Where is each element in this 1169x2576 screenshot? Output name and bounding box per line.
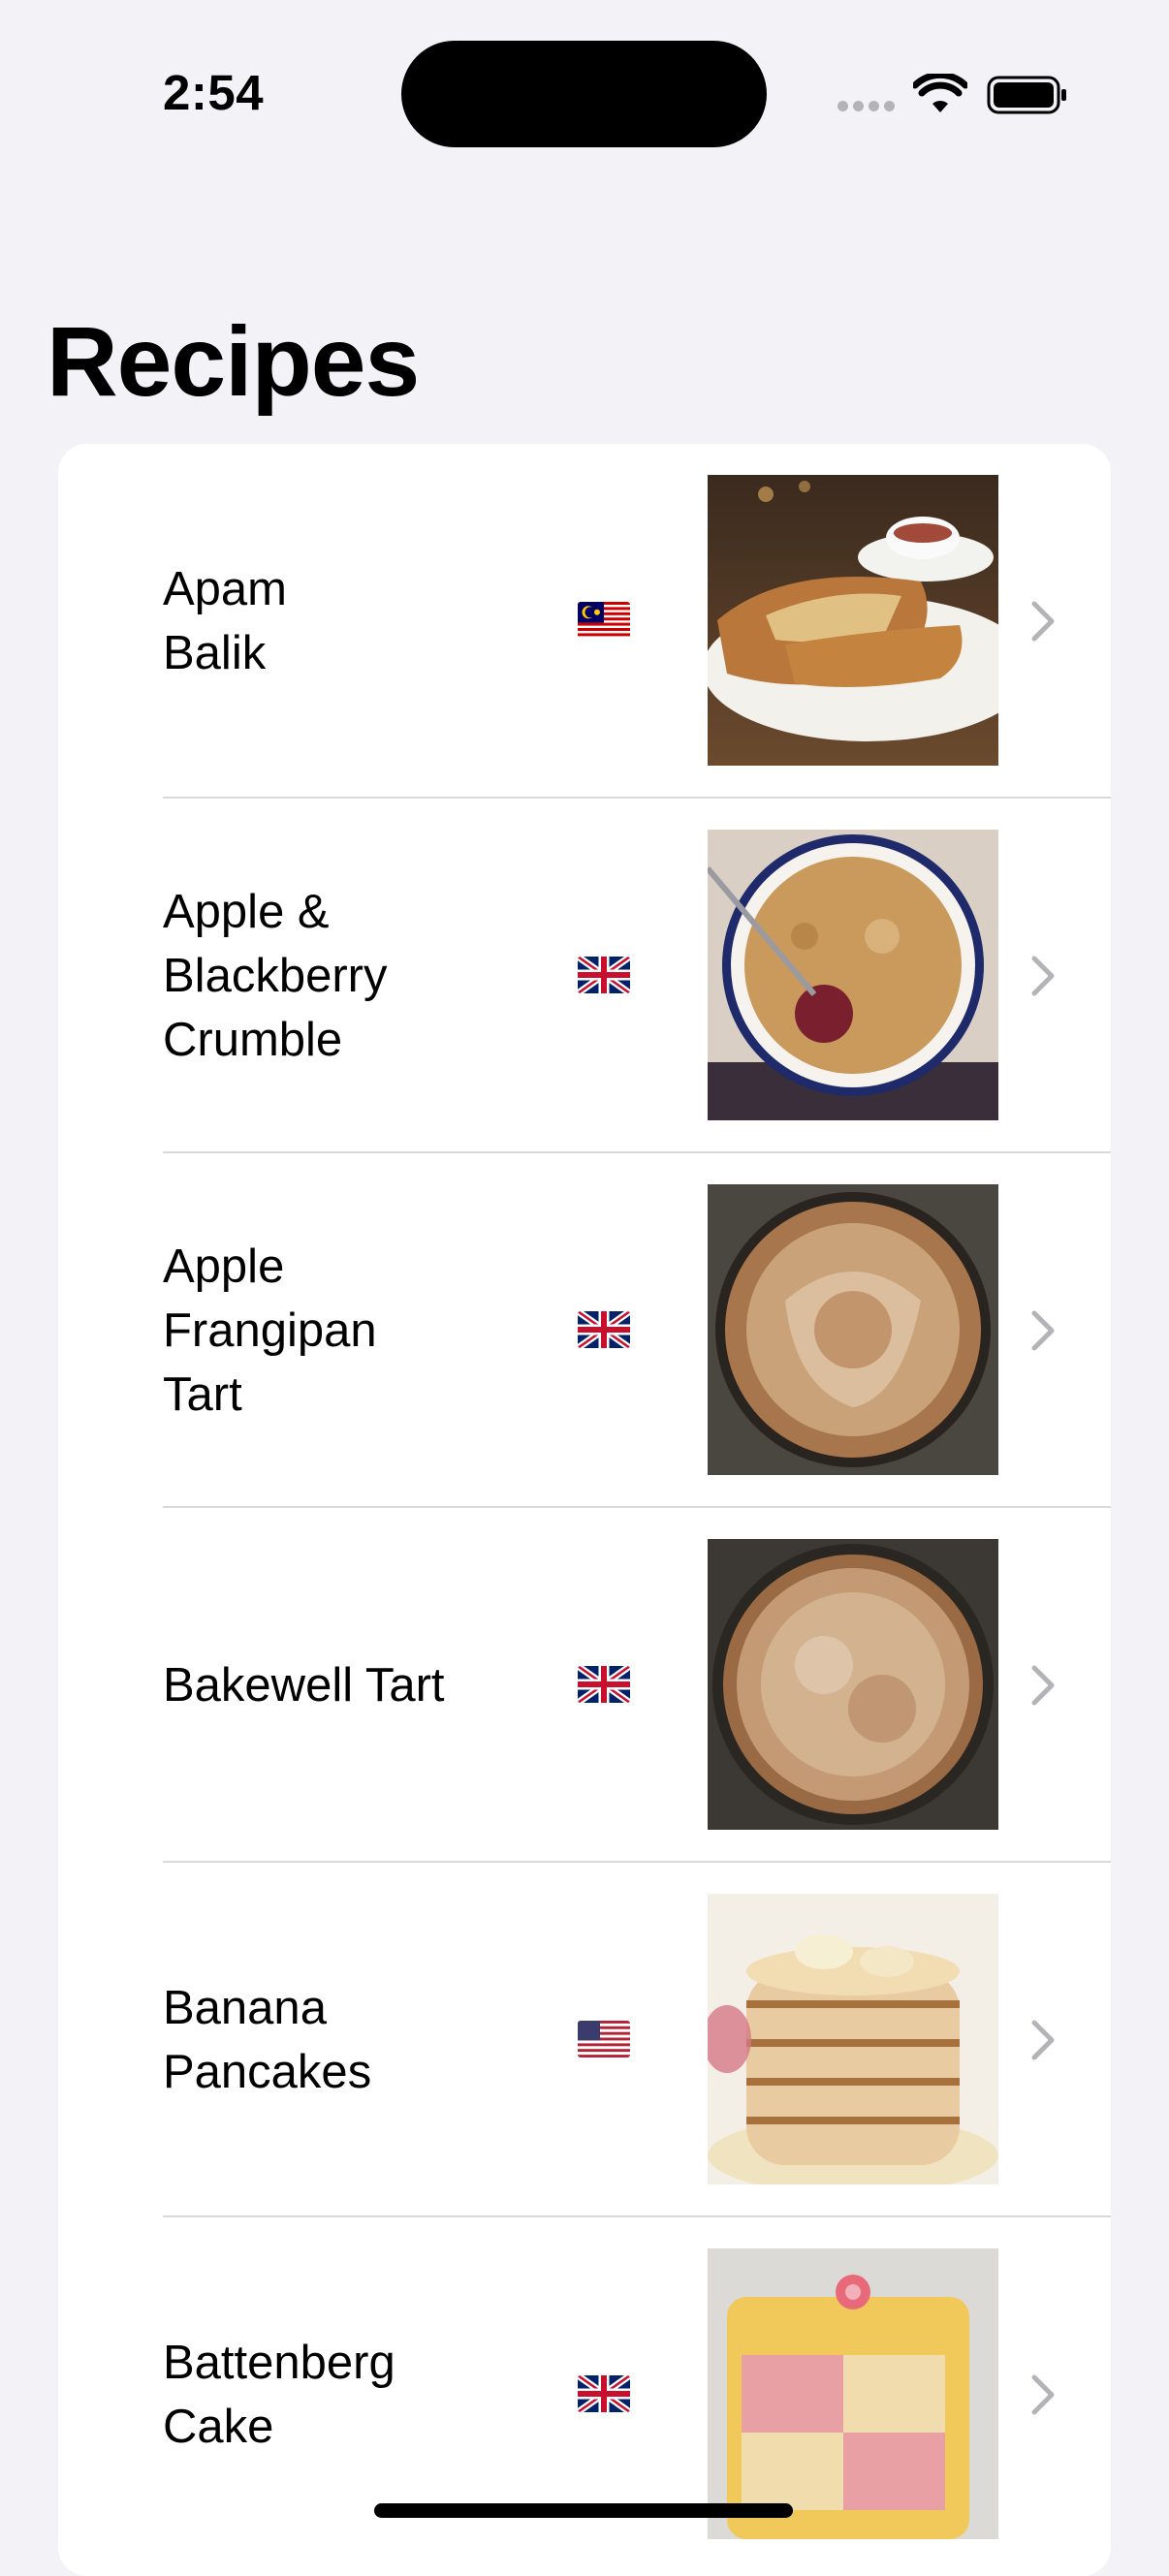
recipe-row[interactable]: Apple Frangipan Tart — [58, 1153, 1111, 1508]
chevron-right-icon — [1031, 1310, 1055, 1351]
cellular-signal-icon — [837, 101, 896, 112]
chevron-right-icon — [1031, 2374, 1055, 2415]
uk-flag-icon — [578, 957, 630, 993]
wifi-icon — [913, 74, 967, 112]
recipe-photo — [708, 1184, 998, 1475]
recipe-photo — [708, 475, 998, 766]
recipe-name: Apple Frangipan Tart — [163, 1241, 377, 1421]
status-time: 2:54 — [163, 65, 265, 120]
chevron-right-icon — [1031, 601, 1055, 642]
recipe-row[interactable]: Bakewell Tart — [58, 1508, 1111, 1863]
recipe-photo — [708, 1539, 998, 1830]
recipe-row[interactable]: Banana Pancakes — [58, 1863, 1111, 2217]
recipe-row[interactable]: Apam Balik — [58, 444, 1111, 799]
recipe-name: Apam Balik — [163, 563, 288, 679]
uk-flag-icon — [578, 1311, 630, 1348]
recipe-row[interactable]: Apple & Blackberry Crumble — [58, 799, 1111, 1153]
recipe-photo — [708, 2248, 998, 2539]
usa-flag-icon — [578, 2021, 630, 2058]
home-indicator[interactable] — [374, 2503, 793, 2518]
recipe-photo — [708, 830, 998, 1120]
recipe-name: Apple & Blackberry Crumble — [163, 886, 388, 1066]
recipe-list: Apam Balik Apple & Blackberry Crumble Ap… — [58, 444, 1111, 2576]
recipe-name: Banana Pancakes — [163, 1982, 372, 2098]
recipe-row[interactable]: Battenberg Cake — [58, 2217, 1111, 2572]
uk-flag-icon — [578, 2375, 630, 2412]
dynamic-island — [401, 41, 767, 147]
uk-flag-icon — [578, 1666, 630, 1703]
chevron-right-icon — [1031, 2020, 1055, 2060]
malaysia-flag-icon — [578, 602, 630, 639]
recipe-photo — [708, 1894, 998, 2184]
battery-icon — [987, 76, 1066, 114]
chevron-right-icon — [1031, 956, 1055, 996]
page-title: Recipes — [47, 306, 420, 417]
chevron-right-icon — [1031, 1665, 1055, 1706]
recipe-name: Bakewell Tart — [163, 1659, 445, 1712]
recipe-name: Battenberg Cake — [163, 2337, 395, 2453]
